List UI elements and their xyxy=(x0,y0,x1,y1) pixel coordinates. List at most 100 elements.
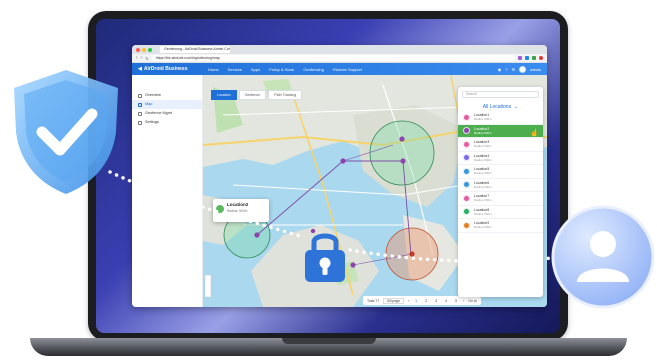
location-dot-icon xyxy=(463,140,470,148)
location-dot-icon xyxy=(463,221,470,229)
location-dot-icon xyxy=(463,113,470,121)
sidebar-item-label: Settings xyxy=(145,120,159,124)
page-4[interactable]: 4 xyxy=(443,299,449,303)
location-radius: Radius 500m xyxy=(474,130,492,135)
filter-label: All Locations xyxy=(482,103,512,110)
popup-title: Location2 xyxy=(227,202,249,207)
page-5[interactable]: 5 xyxy=(453,299,459,303)
locations-filter[interactable]: All Locations ⌄ xyxy=(458,102,543,111)
sidebar-item-overview[interactable]: Overview xyxy=(132,91,202,100)
list-item[interactable]: Location4 Radius 500m xyxy=(458,152,543,165)
back-arrow-icon[interactable]: ‹ xyxy=(136,55,138,61)
nav-devices[interactable]: Devices xyxy=(228,67,242,72)
minimize-dot-icon[interactable] xyxy=(142,47,146,52)
location-dot-icon xyxy=(463,181,470,189)
list-item[interactable]: Location5 Radius 500m xyxy=(458,165,543,179)
location-list: Location1 Radius 500m Location2 Radius 500… xyxy=(458,111,543,233)
browser-tabbar: Geofencing - AirDroid Business Admin Con… xyxy=(132,45,547,54)
pagination: Total 77 50/page ‹ 1 2 3 4 5 › Go to xyxy=(363,296,481,305)
popup-text: Location2 Radius: 500m xyxy=(227,202,248,219)
list-item[interactable]: Location7 Radius 500m xyxy=(458,192,543,206)
location-radius: Radius 500m xyxy=(474,117,492,122)
list-item[interactable]: Location8 Radius 500m xyxy=(458,206,543,219)
location-popup[interactable]: Location2 Radius: 500m xyxy=(213,199,269,222)
nav-home[interactable]: Home xyxy=(208,67,219,72)
security-shield-icon xyxy=(14,70,118,194)
location-pin-icon xyxy=(216,205,224,213)
location-dot-icon xyxy=(463,167,470,175)
list-item[interactable]: Location3 Radius 500m xyxy=(458,138,543,152)
tab-location[interactable]: Location xyxy=(211,90,237,100)
list-item-selected[interactable]: Location2 Radius 500m ☝ xyxy=(458,124,543,138)
geofence-icon xyxy=(138,111,142,116)
list-item[interactable]: Location9 Radius 500m xyxy=(458,219,543,233)
laptop-notch xyxy=(282,338,376,344)
forward-arrow-icon[interactable]: › xyxy=(141,55,143,61)
brand-logo[interactable]: ◀ AirDroid Business xyxy=(138,66,208,72)
tab-geofence[interactable]: Geofence xyxy=(238,90,267,100)
location-dot-icon xyxy=(463,194,470,202)
close-dot-icon[interactable] xyxy=(136,47,140,52)
location-radius: Radius 500m xyxy=(474,225,492,230)
overview-icon xyxy=(138,93,142,98)
sidebar-item-geofence-mgmt[interactable]: Geofence Mgmt xyxy=(132,109,202,118)
sidebar-item-label: Geofence Mgmt xyxy=(145,111,173,115)
notification-icon[interactable]: ◉ xyxy=(498,67,502,72)
goto-label: Go to xyxy=(468,298,477,303)
browser-tab[interactable]: Geofencing - AirDroid Business Admin Con… xyxy=(160,46,230,53)
lock-icon xyxy=(305,233,345,282)
search-input[interactable]: Search xyxy=(462,91,539,98)
tab-path-tracking[interactable]: Path Tracking xyxy=(268,90,303,100)
list-item[interactable]: Location1 Radius 500m xyxy=(458,111,543,125)
sidebar-item-label: Overview xyxy=(145,93,161,97)
next-page-icon[interactable]: › xyxy=(463,299,464,303)
address-bar[interactable]: https://biz.airdroid.com/#/geofencing/ma… xyxy=(151,55,515,61)
settings-icon xyxy=(138,120,142,125)
page-3[interactable]: 3 xyxy=(433,299,439,303)
sidebar: Overview Map Geofence Mgmt Settings xyxy=(132,75,203,307)
brand-name: AirDroid Business xyxy=(143,66,188,72)
location-radius: Radius 500m xyxy=(474,184,492,189)
extension-icon[interactable] xyxy=(532,56,536,60)
app-header: ◀ AirDroid Business Home Devices Apps Po… xyxy=(132,63,547,75)
prev-page-icon[interactable]: ‹ xyxy=(408,299,409,303)
location-radius: Radius 500m xyxy=(474,171,492,176)
total-count: Total 77 xyxy=(367,298,380,303)
maximize-dot-icon[interactable] xyxy=(148,47,152,52)
map-icon xyxy=(138,102,142,107)
user-avatar-icon xyxy=(551,205,655,309)
promo-stage: Geofencing - AirDroid Business Admin Con… xyxy=(0,0,657,363)
header-tools: ◉ ? ⚙ admin xyxy=(498,65,541,73)
list-item[interactable]: Location6 Radius 500m xyxy=(458,179,543,192)
user-name[interactable]: admin xyxy=(530,67,541,72)
map-tabs: Location Geofence Path Tracking xyxy=(211,90,303,100)
nav-apps[interactable]: Apps xyxy=(251,67,260,72)
locations-panel: Search All Locations ⌄ Location1 Radius 5… xyxy=(458,87,543,297)
page-2[interactable]: 2 xyxy=(423,299,429,303)
map-view[interactable]: Location Geofence Path Tracking Location… xyxy=(203,75,547,307)
sidebar-item-settings[interactable]: Settings xyxy=(132,118,202,127)
chevron-down-icon: ⌄ xyxy=(514,103,519,110)
nav-remote-support[interactable]: Remote Support xyxy=(333,67,362,72)
page-size-select[interactable]: 50/page xyxy=(383,297,404,304)
avatar[interactable] xyxy=(519,65,527,73)
sidebar-item-map[interactable]: Map xyxy=(132,100,202,109)
hand-cursor-icon: ☝ xyxy=(530,129,539,137)
extension-icon[interactable] xyxy=(518,56,522,60)
location-dot-icon xyxy=(463,127,470,135)
nav-geofencing[interactable]: Geofencing xyxy=(303,67,323,72)
sidebar-item-label: Map xyxy=(145,102,153,106)
page-1[interactable]: 1 xyxy=(413,299,419,303)
browser-urlbar: ‹ › ↻ https://biz.airdroid.com/#/geofenc… xyxy=(132,54,547,63)
nav-policy-kiosk[interactable]: Policy & Kiosk xyxy=(269,67,294,72)
extension-icon[interactable] xyxy=(525,56,529,60)
settings-icon[interactable]: ⚙ xyxy=(512,67,516,72)
reload-icon[interactable]: ↻ xyxy=(145,56,148,61)
location-radius: Radius 500m xyxy=(474,211,492,216)
popup-radius: Radius: 500m xyxy=(227,209,248,213)
location-dot-icon xyxy=(463,154,470,162)
location-radius: Radius 500m xyxy=(474,157,492,162)
location-radius: Radius 500m xyxy=(474,198,492,203)
profile-icon[interactable] xyxy=(539,56,543,60)
help-icon[interactable]: ? xyxy=(505,67,507,72)
